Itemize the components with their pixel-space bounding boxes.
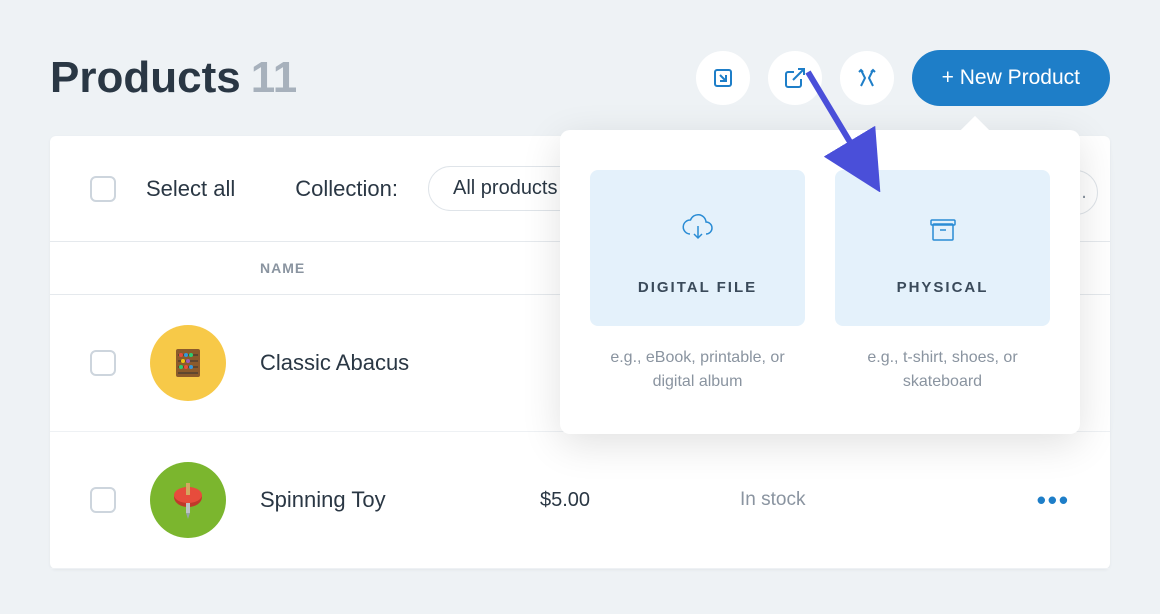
spinning-top-icon <box>163 475 213 525</box>
import-button[interactable] <box>696 51 750 105</box>
physical-desc: e.g., t-shirt, shoes, or skateboard <box>835 346 1050 394</box>
select-all-label[interactable]: Select all <box>146 176 235 202</box>
cloud-download-icon <box>678 210 718 255</box>
row-menu-button[interactable]: ••• <box>1037 485 1070 516</box>
physical-option[interactable]: PHYSICAL e.g., t-shirt, shoes, or skateb… <box>835 170 1050 394</box>
product-name: Spinning Toy <box>260 487 540 513</box>
import-icon <box>711 66 735 90</box>
physical-title: PHYSICAL <box>897 279 989 296</box>
table-row[interactable]: Spinning Toy $5.00 In stock ••• <box>50 432 1110 569</box>
digital-desc: e.g., eBook, printable, or digital album <box>590 346 805 394</box>
page-header: Products 11 + New Product <box>0 0 1160 136</box>
page-title: Products <box>50 53 241 103</box>
digital-card: DIGITAL FILE <box>590 170 805 326</box>
product-price: $5.00 <box>540 489 740 512</box>
product-thumbnail <box>150 325 226 401</box>
box-icon <box>923 210 963 255</box>
header-actions: + New Product <box>696 50 1110 106</box>
column-name: NAME <box>260 260 305 276</box>
new-product-label: + New Product <box>942 66 1080 90</box>
abacus-icon <box>168 343 208 383</box>
collection-value: All products <box>453 177 558 199</box>
collection-label: Collection: <box>295 176 398 202</box>
physical-card: PHYSICAL <box>835 170 1050 326</box>
external-link-icon <box>783 66 807 90</box>
product-thumbnail <box>150 462 226 538</box>
digital-file-option[interactable]: DIGITAL FILE e.g., eBook, printable, or … <box>590 170 805 394</box>
product-name: Classic Abacus <box>260 350 540 376</box>
product-count: 11 <box>251 53 298 103</box>
shuffle-button[interactable] <box>840 51 894 105</box>
page-title-wrap: Products 11 <box>50 53 297 103</box>
new-product-popover: DIGITAL FILE e.g., eBook, printable, or … <box>560 130 1080 434</box>
export-button[interactable] <box>768 51 822 105</box>
product-stock: In stock <box>740 489 1037 511</box>
row-checkbox[interactable] <box>90 487 116 513</box>
shuffle-icon <box>855 66 879 90</box>
digital-title: DIGITAL FILE <box>638 279 757 296</box>
select-all-checkbox[interactable] <box>90 176 116 202</box>
new-product-button[interactable]: + New Product <box>912 50 1110 106</box>
row-checkbox[interactable] <box>90 350 116 376</box>
